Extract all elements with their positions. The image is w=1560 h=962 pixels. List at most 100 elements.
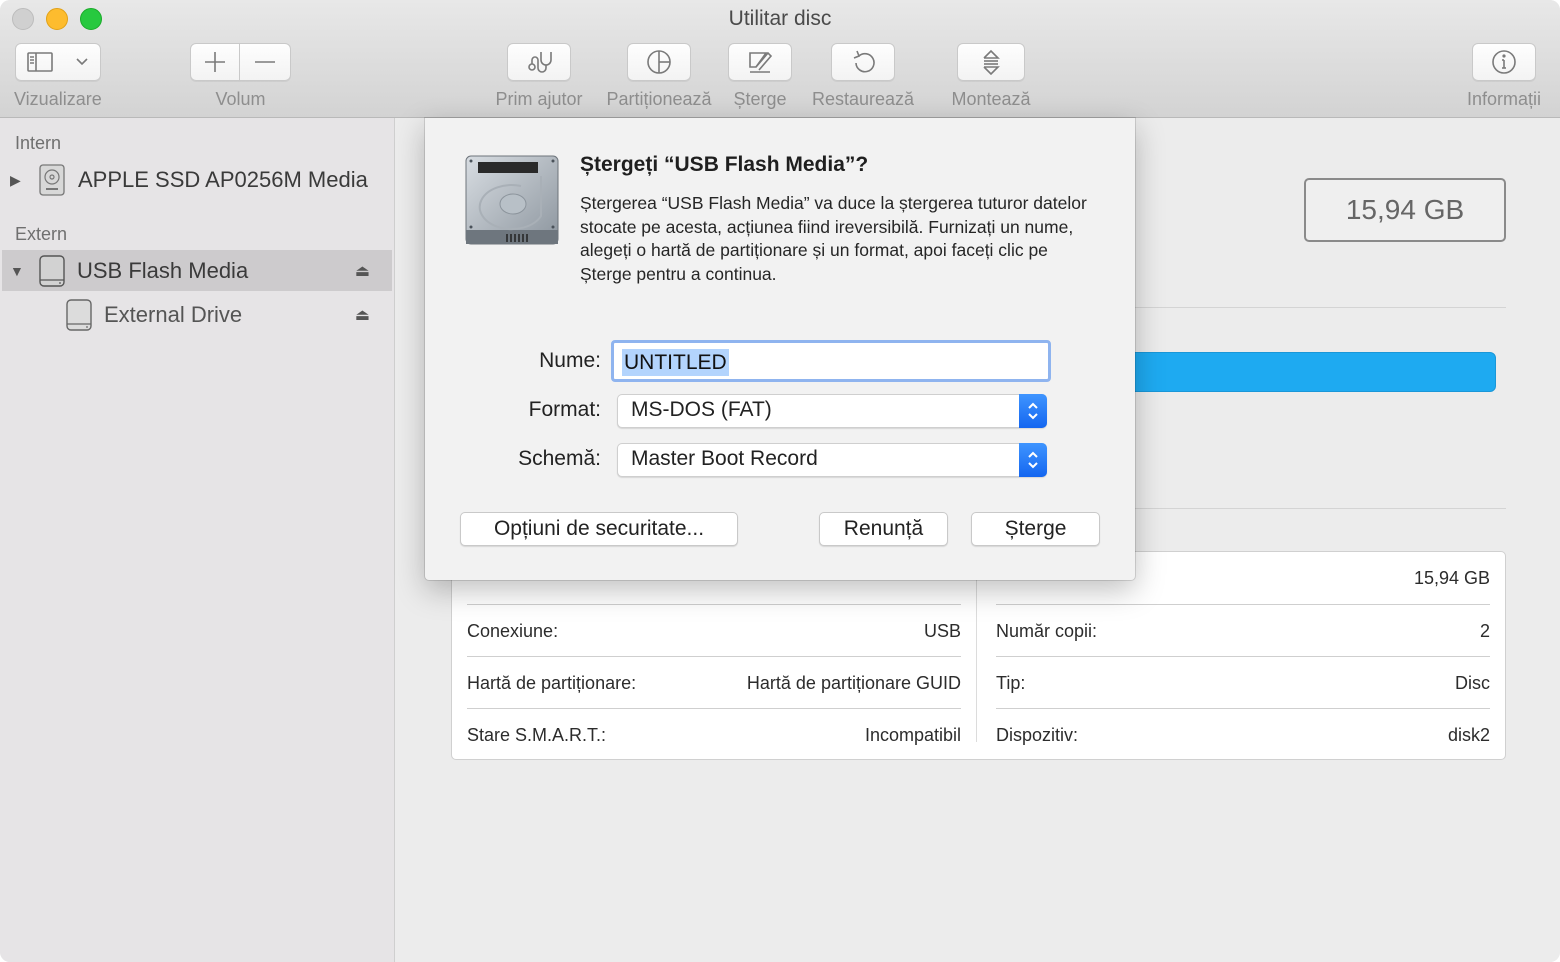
info-label: Hartă de partiționare: — [467, 672, 637, 693]
name-field-selection[interactable]: UNTITLED — [622, 349, 729, 376]
internal-disk-icon — [39, 164, 65, 196]
minus-icon — [255, 61, 275, 63]
info-row-partition-map: Hartă de partiționare: Hartă de partițio… — [467, 657, 961, 709]
eject-icon[interactable]: ⏏ — [355, 305, 370, 325]
erase-button[interactable]: Șterge — [971, 512, 1100, 546]
scheme-popup[interactable]: Master Boot Record — [617, 443, 1047, 477]
first-aid-group: Prim ajutor — [491, 43, 587, 110]
cancel-button[interactable]: Renunță — [819, 512, 948, 546]
partition-button[interactable] — [627, 43, 691, 81]
restore-label: Restaurează — [811, 89, 915, 109]
format-label: Format: — [528, 398, 601, 421]
external-disk-icon — [39, 254, 65, 287]
chevron-up-down-icon — [1028, 451, 1038, 469]
mount-label: Montează — [951, 89, 1031, 109]
info-row-smart-status: Stare S.M.A.R.T.: Incompatibil — [467, 709, 961, 761]
partition-label: Partiționează — [606, 89, 712, 109]
column-divider — [976, 552, 977, 742]
view-label: Vizualizare — [14, 89, 102, 109]
format-value: MS-DOS (FAT) — [631, 398, 772, 421]
info-value: Incompatibil — [864, 724, 961, 745]
sidebar-item-external-drive[interactable]: External Drive ⏏ — [2, 294, 392, 336]
info-column-right: 15,94 GB Număr copii: 2 Tip: Disc Dispoz… — [996, 552, 1490, 759]
plus-icon — [205, 52, 225, 72]
info-row-child-count: Număr copii: 2 — [996, 605, 1490, 657]
erase-toolbar-button[interactable] — [728, 43, 792, 81]
sidebar-item-label: USB Flash Media — [77, 257, 249, 283]
sidebar-item-usb-flash-media[interactable]: ▼ USB Flash Media ⏏ — [2, 250, 392, 291]
restore-group: Restaurează — [808, 43, 918, 110]
name-field[interactable]: UNTITLED — [611, 340, 1051, 382]
capacity-badge: 15,94 GB — [1304, 178, 1506, 242]
hard-drive-icon — [465, 155, 559, 245]
info-column-left: Conexiune: USB Hartă de partiționare: Ha… — [467, 552, 961, 759]
volume-label: Volum — [215, 89, 266, 109]
popup-stepper-icon[interactable] — [1019, 443, 1047, 477]
name-label: Nume: — [539, 349, 601, 372]
pie-chart-icon — [647, 50, 671, 74]
usage-bar — [1096, 352, 1496, 392]
first-aid-label: Prim ajutor — [495, 89, 583, 109]
remove-volume-button[interactable] — [240, 43, 291, 81]
info-value: USB — [923, 620, 961, 641]
scheme-value: Master Boot Record — [631, 447, 818, 470]
mount-button[interactable] — [957, 43, 1025, 81]
info-value: 2 — [1479, 620, 1490, 641]
info-label: Număr copii: — [996, 620, 1098, 641]
window-title: Utilitar disc — [728, 7, 832, 30]
sidebar-heading-external: Extern — [15, 224, 68, 244]
security-options-button[interactable]: Opțiuni de securitate... — [460, 512, 738, 546]
info-value: Hartă de partiționare GUID — [746, 672, 961, 693]
restore-button[interactable] — [831, 43, 895, 81]
sidebar: Intern ▶ APPLE SSD AP0256M Media Extern … — [0, 118, 395, 962]
info-value: 15,94 GB — [1413, 567, 1490, 588]
sidebar-icon — [27, 52, 53, 72]
view-group: Vizualizare — [14, 43, 102, 110]
erase-dialog: Ștergeți “USB Flash Media”? Ștergerea “U… — [425, 118, 1135, 580]
volume-disk-icon — [66, 299, 92, 331]
restore-icon — [853, 50, 875, 73]
add-volume-button[interactable] — [190, 43, 240, 81]
dialog-title: Ștergeți “USB Flash Media”? — [580, 153, 869, 176]
divider — [1096, 307, 1506, 308]
info-row-type: Tip: Disc — [996, 657, 1490, 709]
format-popup[interactable]: MS-DOS (FAT) — [617, 394, 1047, 428]
info-group: Informații — [1462, 43, 1546, 110]
disclosure-expanded-icon[interactable]: ▼ — [10, 263, 24, 279]
chevron-down-icon — [76, 58, 88, 66]
view-button[interactable] — [14, 43, 101, 81]
info-label: Tip: — [996, 672, 1026, 693]
partition-group: Partiționează — [601, 43, 717, 110]
sidebar-item-label: External Drive — [104, 302, 243, 327]
stethoscope-icon — [528, 52, 552, 73]
toolbar: Utilitar disc Vizualizare Volum Prim aju… — [0, 0, 1560, 118]
popup-stepper-icon[interactable] — [1019, 394, 1047, 428]
erase-group: Șterge — [728, 43, 792, 110]
erase-toolbar-label: Șterge — [733, 89, 787, 109]
first-aid-button[interactable] — [507, 43, 571, 81]
info-label: Conexiune: — [467, 620, 559, 641]
chevron-up-down-icon — [1028, 402, 1038, 420]
info-label: Stare S.M.A.R.T.: — [467, 724, 607, 745]
mount-icon — [983, 49, 1000, 75]
info-value: Disc — [1455, 672, 1490, 693]
disclosure-collapsed-icon[interactable]: ▶ — [10, 172, 21, 189]
mount-group: Montează — [948, 43, 1034, 110]
sidebar-item-label: APPLE SSD AP0256M Media — [78, 167, 368, 192]
info-value: disk2 — [1447, 724, 1490, 745]
info-label: Dispozitiv: — [996, 724, 1079, 745]
volume-group: Volum — [190, 43, 291, 110]
disk-utility-window: Utilitar disc Vizualizare Volum Prim aju… — [0, 0, 1560, 962]
info-icon — [1492, 50, 1516, 74]
info-label: Informații — [1466, 89, 1542, 109]
sidebar-item-apple-ssd[interactable]: ▶ APPLE SSD AP0256M Media — [2, 159, 392, 201]
dialog-message: Ștergerea “USB Flash Media” va duce la ș… — [580, 193, 1087, 284]
info-row-device: Dispozitiv: disk2 — [996, 709, 1490, 761]
divider — [1096, 508, 1506, 509]
info-button[interactable] — [1472, 43, 1536, 81]
erase-icon — [749, 51, 773, 73]
info-row-connection: Conexiune: USB — [467, 605, 961, 657]
eject-icon[interactable]: ⏏ — [355, 261, 370, 281]
info-panel: Conexiune: USB Hartă de partiționare: Ha… — [451, 551, 1506, 760]
scheme-label: Schemă: — [518, 447, 601, 470]
